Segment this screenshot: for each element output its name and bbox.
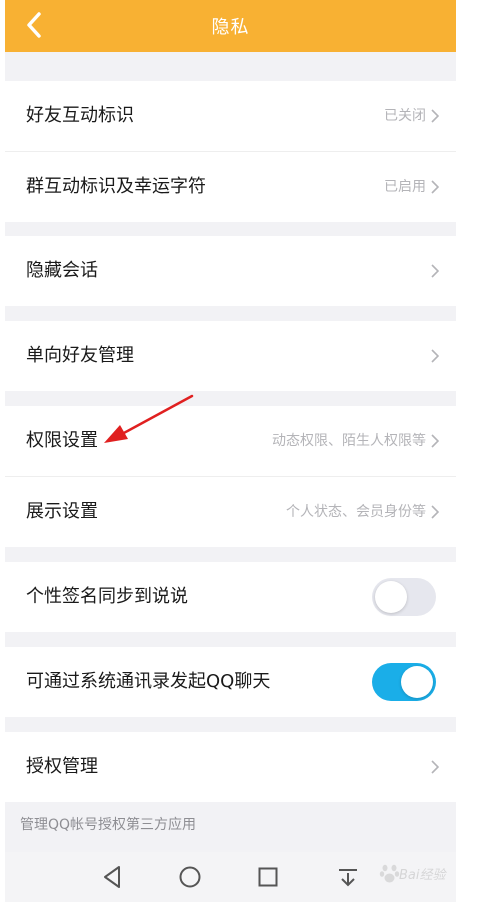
setting-label: 单向好友管理 [26, 345, 134, 366]
setting-row-authorization[interactable]: 授权管理 [5, 732, 456, 802]
toggle-knob [375, 581, 407, 613]
setting-row-signature-sync: 个性签名同步到说说 [5, 562, 456, 632]
chevron-right-icon [431, 264, 439, 278]
notification-pull-icon[interactable] [335, 864, 361, 890]
setting-row-friend-interaction[interactable]: 好友互动标识 已关闭 [5, 81, 456, 151]
setting-label: 个性签名同步到说说 [26, 586, 188, 607]
chevron-right-icon [431, 434, 439, 448]
chevron-right-icon [431, 760, 439, 774]
back-triangle-icon[interactable] [100, 864, 126, 890]
setting-label: 好友互动标识 [26, 105, 134, 126]
setting-label: 授权管理 [26, 756, 98, 777]
baidu-watermark: Bai经验 [379, 856, 469, 890]
top-bar: 隐私 [5, 0, 456, 52]
setting-value: 动态权限、陌生人权限等 [272, 433, 426, 449]
contacts-chat-toggle[interactable] [372, 663, 436, 701]
setting-value: 已关闭 [384, 108, 426, 124]
settings-group-permissions: 权限设置 动态权限、陌生人权限等 展示设置 个人状态、会员身份等 [5, 406, 456, 547]
recents-square-icon[interactable] [255, 864, 281, 890]
setting-label: 权限设置 [26, 430, 98, 451]
page-title: 隐私 [211, 17, 250, 38]
authorization-footnote: 管理QQ帐号授权第三方应用 [20, 817, 197, 833]
setting-value: 已启用 [384, 179, 426, 195]
setting-row-permissions[interactable]: 权限设置 动态权限、陌生人权限等 [5, 406, 456, 476]
setting-label: 群互动标识及幸运字符 [26, 176, 206, 197]
settings-group-authorization: 授权管理 [5, 732, 456, 802]
setting-row-group-interaction[interactable]: 群互动标识及幸运字符 已启用 [5, 151, 456, 222]
settings-group-signature-sync: 个性签名同步到说说 [5, 562, 456, 632]
setting-row-contacts-chat: 可通过系统通讯录发起QQ聊天 [5, 647, 456, 717]
settings-group-one-way-friends: 单向好友管理 [5, 321, 456, 391]
setting-row-one-way-friends[interactable]: 单向好友管理 [5, 321, 456, 391]
setting-value: 个人状态、会员身份等 [286, 504, 426, 520]
screen: 隐私 好友互动标识 已关闭 群互动标识及幸运字符 已启用 隐藏会话 单向好友管理… [0, 0, 495, 902]
paw-icon [379, 864, 400, 883]
privacy-settings-page: 隐私 好友互动标识 已关闭 群互动标识及幸运字符 已启用 隐藏会话 单向好友管理… [5, 0, 456, 902]
chevron-right-icon [431, 180, 439, 194]
settings-group-hidden-chat: 隐藏会话 [5, 236, 456, 306]
chevron-right-icon [431, 349, 439, 363]
setting-label: 展示设置 [26, 501, 98, 522]
setting-label: 可通过系统通讯录发起QQ聊天 [26, 671, 271, 692]
chevron-right-icon [431, 505, 439, 519]
home-circle-icon[interactable] [177, 864, 203, 890]
signature-sync-toggle[interactable] [372, 578, 436, 616]
setting-row-display[interactable]: 展示设置 个人状态、会员身份等 [5, 476, 456, 547]
watermark-text: Bai经验 [399, 868, 446, 883]
settings-group-contacts-chat: 可通过系统通讯录发起QQ聊天 [5, 647, 456, 717]
toggle-knob [401, 666, 433, 698]
setting-label: 隐藏会话 [26, 260, 98, 281]
chevron-right-icon [431, 109, 439, 123]
settings-group-interaction: 好友互动标识 已关闭 群互动标识及幸运字符 已启用 [5, 81, 456, 222]
setting-row-hidden-chat[interactable]: 隐藏会话 [5, 236, 456, 306]
